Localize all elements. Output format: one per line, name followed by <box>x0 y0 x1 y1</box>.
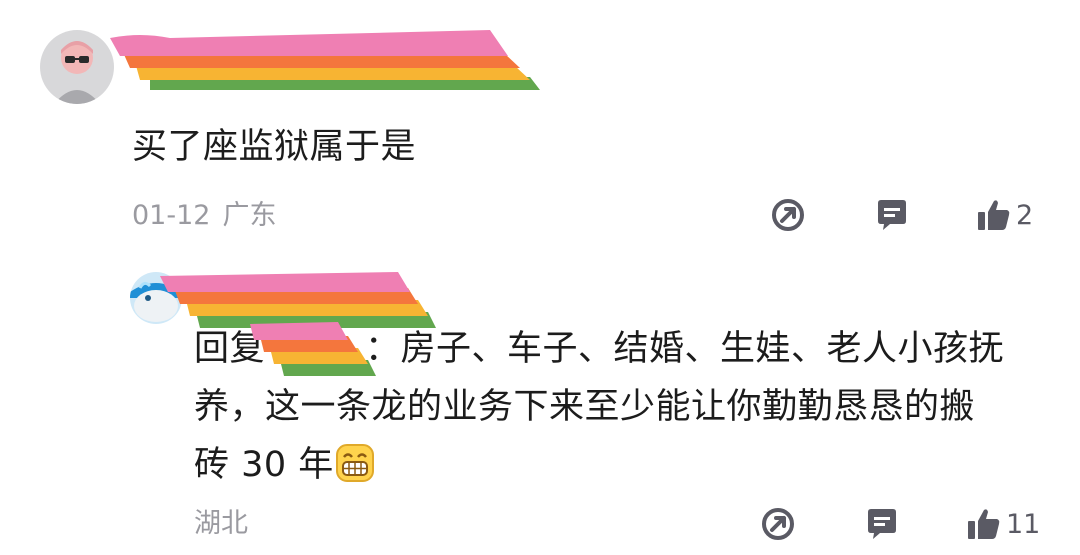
reply-button[interactable] <box>874 195 910 235</box>
share-icon <box>762 508 794 540</box>
reply-line-1-text: ：房子、车子、结婚、生娃、老人小孩抚 <box>365 329 1005 369</box>
thumbs-up-icon <box>968 509 1000 539</box>
reply-line-3: 砖 30 年 <box>194 436 1054 494</box>
comment-thread: 买了座监狱属于是 01-12 广东 2 回复 ：房子、车子、结婚、生娃、老人小孩… <box>0 0 1080 555</box>
reply-button[interactable] <box>864 504 900 544</box>
comment-text: 买了座监狱属于是 <box>132 127 417 167</box>
like-count: 11 <box>1006 508 1041 540</box>
share-button[interactable] <box>760 504 796 544</box>
share-button[interactable] <box>770 195 806 235</box>
comment-icon <box>868 509 896 539</box>
reply-meta: 湖北 <box>194 507 248 541</box>
comment-meta: 01-12 广东 <box>132 199 276 233</box>
thumbs-up-icon <box>978 200 1010 230</box>
comment-location: 广东 <box>222 200 277 231</box>
avatar[interactable] <box>40 30 114 104</box>
like-count: 2 <box>1016 199 1034 231</box>
like-button[interactable]: 2 <box>976 195 1033 235</box>
like-button[interactable]: 11 <box>966 504 1040 544</box>
share-icon <box>772 199 804 231</box>
redacted-mention-overlay <box>250 320 380 380</box>
comment-icon <box>878 200 906 230</box>
reply-location: 湖北 <box>194 508 248 539</box>
comment-date: 01-12 <box>132 200 211 231</box>
redacted-username <box>110 22 550 102</box>
reply-line-3-text: 砖 30 年 <box>194 445 334 485</box>
grinning-face-emoji <box>335 442 374 482</box>
reply-line-2: 养，这一条龙的业务下来至少能让你勤勤恳恳的搬 <box>194 387 976 427</box>
